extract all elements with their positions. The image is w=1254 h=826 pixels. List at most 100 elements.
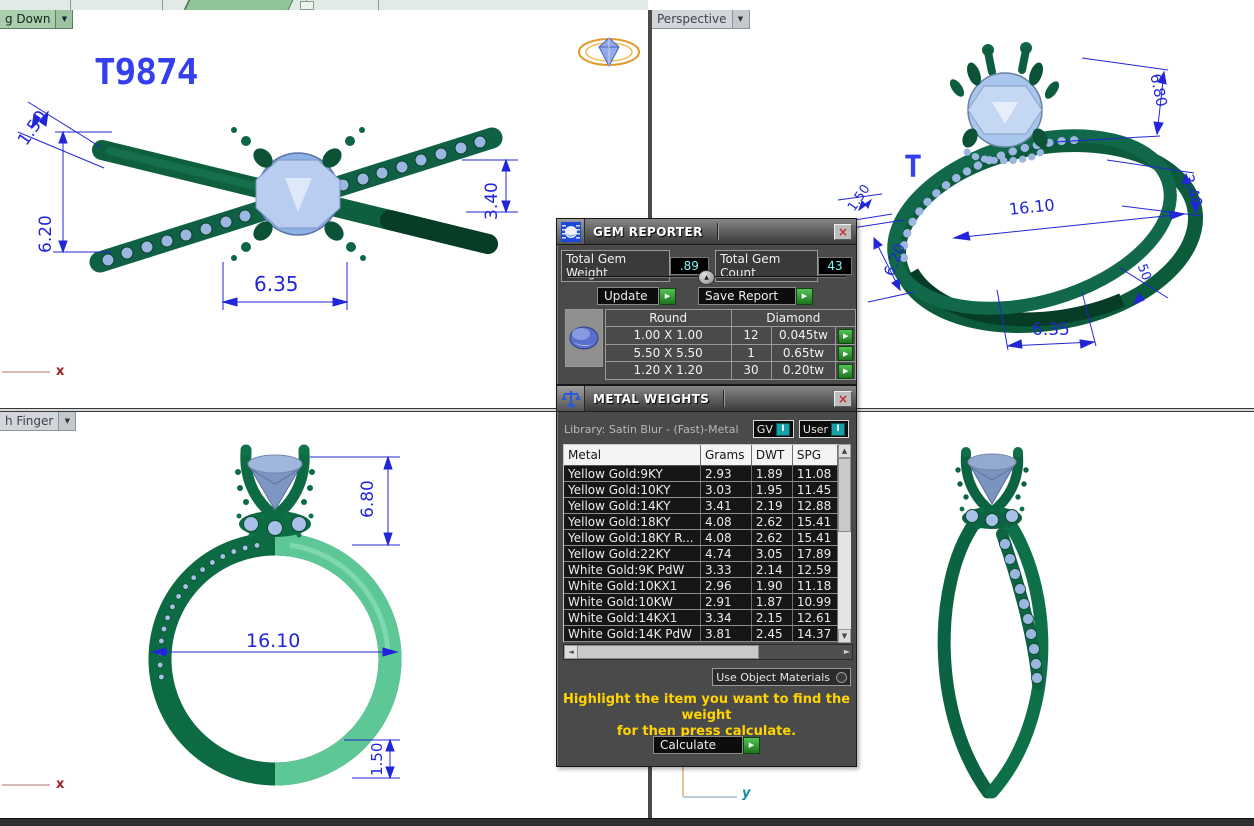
metal-weights-table[interactable]: Metal Grams DWT SPG Yellow Gold:9KY2.931… [564, 445, 838, 642]
gem-count: 30 [731, 362, 771, 380]
radio-circle-icon[interactable] [836, 672, 847, 683]
status-bar [0, 818, 1254, 826]
metal-weights-panel[interactable]: METAL WEIGHTS Library: Satin Blur - (Fas… [556, 385, 857, 767]
calculate-row: Calculate [557, 736, 856, 754]
gem-size: 1.20 X 1.20 [605, 362, 731, 380]
use-object-materials-button[interactable]: Use Object Materials [712, 668, 851, 686]
dim-shank-thickness: 1.50 [368, 743, 386, 776]
gem-row-go-button[interactable] [838, 364, 853, 379]
col-grams: Grams [700, 445, 751, 466]
gem-reporter-title-bar[interactable]: GEM REPORTER [557, 219, 856, 245]
viewport-title-dropdown-through-finger[interactable]: h Finger [0, 412, 76, 431]
total-gem-count-label: Total Gem Count [715, 250, 818, 282]
viewport-title-dropdown-perspective[interactable]: Perspective [652, 10, 750, 29]
gem-table-row[interactable]: 5.50 X 5.50 1 0.65tw [605, 344, 855, 362]
dim-stone-spread: 6.35 [254, 272, 299, 296]
dim-shoulder-height: 6.20 [36, 215, 56, 253]
total-gem-weight-label: Total Gem Weight [561, 250, 670, 282]
gem-thumbnail [565, 309, 603, 367]
gv-button[interactable]: GV I [753, 420, 794, 438]
user-button[interactable]: User I [799, 420, 849, 438]
gem-count: 1 [731, 344, 771, 362]
chevron-down-icon[interactable] [58, 412, 75, 430]
gem-table-row[interactable]: 1.00 X 1.00 12 0.045tw [605, 327, 855, 345]
active-viewport-tab[interactable] [184, 0, 294, 10]
metal-row[interactable]: White Gold:9K PdW3.332.1412.59 [564, 562, 838, 578]
shape-header: Round [605, 310, 731, 327]
metal-row[interactable]: Yellow Gold:10KY3.031.9511.45 [564, 482, 838, 498]
model-number-partial: T [904, 150, 921, 185]
scrollbar-thumb[interactable] [577, 645, 759, 659]
cplane-x-axis-line [2, 784, 50, 786]
scroll-up-icon[interactable]: ▲ [838, 444, 851, 458]
library-label: Library: Satin Blur - (Fast)-Metal [564, 423, 739, 436]
model-number-title: T9874 [94, 52, 197, 93]
close-icon[interactable] [834, 391, 852, 407]
panel-title: METAL WEIGHTS [585, 392, 709, 406]
horizontal-scrollbar[interactable]: ◄ ► [563, 644, 853, 660]
metal-row[interactable]: White Gold:10KW2.911.8710.99 [564, 594, 838, 610]
metal-row[interactable]: Yellow Gold:9KY2.931.8911.08 [564, 466, 838, 482]
metal-row[interactable]: Yellow Gold:14KY3.412.1912.88 [564, 498, 838, 514]
metal-row[interactable]: White Gold:14K PdW3.812.4514.37 [564, 626, 838, 642]
dim-band-width: 3.40 [482, 182, 502, 220]
panel-collapse-handle[interactable] [698, 270, 715, 285]
gem-row-go-button[interactable] [838, 346, 853, 361]
gem-size-table[interactable]: Round Diamond 1.00 X 1.00 12 0.045tw 5.5… [605, 309, 856, 380]
col-dwt: DWT [751, 445, 792, 466]
gem-buttons-row: Update Save Report [597, 287, 847, 305]
chevron-down-icon[interactable] [732, 10, 749, 28]
gem-weight: 0.20tw [771, 362, 836, 380]
info-icon: I [831, 423, 845, 436]
metal-table-container[interactable]: Metal Grams DWT SPG Yellow Gold:9KY2.931… [563, 444, 838, 642]
metal-table-header: Metal Grams DWT SPG [564, 445, 838, 466]
save-report-go-button[interactable] [796, 288, 813, 305]
tab-add-button[interactable] [300, 1, 314, 10]
metal-weights-title-bar[interactable]: METAL WEIGHTS [557, 386, 856, 412]
calculate-go-button[interactable] [743, 737, 760, 754]
title-bar-groove [717, 223, 719, 240]
viewport-title-label: h Finger [0, 412, 58, 430]
dim-inner-diameter: 16.10 [246, 630, 300, 652]
viewport-title-dropdown-looking-down[interactable]: g Down [0, 10, 73, 29]
y-axis-label: y [742, 786, 750, 801]
metal-row[interactable]: White Gold:14KX13.342.1512.61 [564, 610, 838, 626]
library-row: Library: Satin Blur - (Fast)-Metal GV I … [564, 420, 849, 438]
tab-separator [162, 0, 163, 10]
col-spg: SPG [792, 445, 837, 466]
scroll-left-icon[interactable]: ◄ [564, 645, 578, 659]
cplane-x-axis-line [2, 371, 50, 373]
x-axis-label: x [56, 777, 64, 792]
ring-cursor-icon [576, 30, 642, 72]
panel-title: GEM REPORTER [585, 225, 703, 239]
gem-table-row[interactable]: 1.20 X 1.20 30 0.20tw [605, 362, 855, 380]
gem-summary-table: Round Diamond 1.00 X 1.00 12 0.045tw 5.5… [565, 309, 856, 380]
cad-application-window: g Down [0, 0, 1254, 826]
type-header: Diamond [731, 310, 855, 327]
viewport-through-finger[interactable]: h Finger [0, 412, 648, 818]
scrollbar-thumb[interactable] [838, 458, 851, 532]
gem-reporter-panel[interactable]: GEM REPORTER Total Gem Weight .89 Total … [556, 218, 857, 385]
update-go-button[interactable] [659, 288, 676, 305]
tab-separator [70, 0, 71, 10]
save-report-button[interactable]: Save Report [698, 287, 796, 305]
scroll-right-icon[interactable]: ► [844, 647, 850, 656]
metal-weights-icon [557, 386, 585, 411]
metal-row[interactable]: Yellow Gold:18KY4.082.6215.41 [564, 514, 838, 530]
chevron-down-icon[interactable] [55, 10, 72, 28]
calculate-hint-text: Highlight the item you want to find the … [559, 692, 854, 740]
close-icon[interactable] [834, 224, 852, 240]
info-icon: I [776, 423, 790, 436]
metal-row[interactable]: White Gold:10KX12.961.9011.18 [564, 578, 838, 594]
metal-row[interactable]: Yellow Gold:18KY R...4.082.6215.41 [564, 530, 838, 546]
calculate-button[interactable]: Calculate [653, 736, 743, 754]
metal-row[interactable]: Yellow Gold:22KY4.743.0517.89 [564, 546, 838, 562]
gv-button-label: GV [757, 423, 773, 436]
viewport-looking-down[interactable]: g Down [0, 10, 648, 408]
tab-separator [378, 0, 379, 10]
update-button[interactable]: Update [597, 287, 659, 305]
gem-row-go-button[interactable] [838, 329, 853, 344]
gem-count: 12 [731, 327, 771, 345]
vertical-scrollbar[interactable]: ▲ ▼ [838, 444, 851, 642]
scroll-down-icon[interactable]: ▼ [838, 629, 851, 643]
